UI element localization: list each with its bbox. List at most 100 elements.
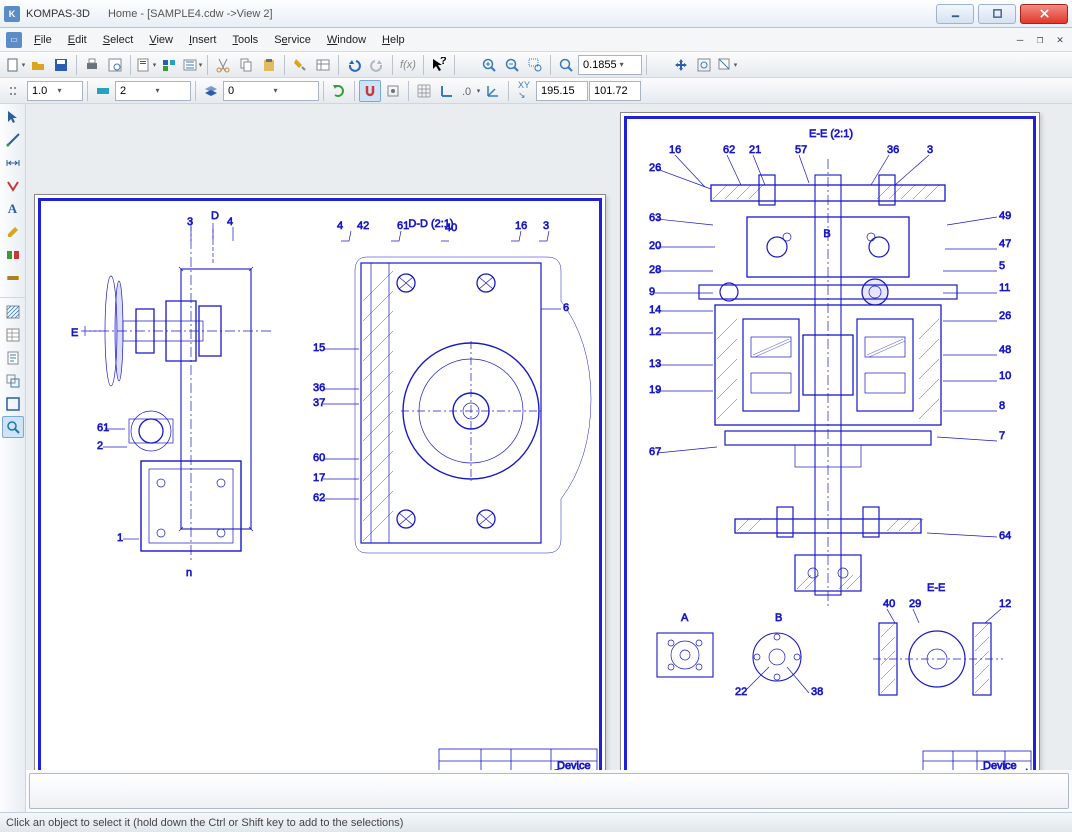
- fx-button[interactable]: f(x): [397, 54, 419, 76]
- svg-text:?: ?: [440, 57, 447, 67]
- menu-window[interactable]: Window: [319, 31, 374, 49]
- frame-tool[interactable]: [2, 393, 24, 415]
- dim-round-button[interactable]: .0: [459, 80, 481, 102]
- command-input[interactable]: [29, 773, 1069, 809]
- zoom-window-button[interactable]: [524, 54, 546, 76]
- text-tool[interactable]: A: [2, 198, 24, 220]
- undo-button[interactable]: [343, 54, 365, 76]
- x-coord-input[interactable]: 195.15: [536, 81, 588, 101]
- dimension-tool[interactable]: [2, 152, 24, 174]
- zoom-fit-button[interactable]: [555, 54, 577, 76]
- menu-file[interactable]: File: [26, 31, 60, 49]
- svg-text:22: 22: [735, 686, 747, 698]
- redraw-button[interactable]: [328, 80, 350, 102]
- svg-text:4: 4: [227, 216, 233, 228]
- svg-text:8: 8: [999, 400, 1005, 412]
- mdi-minimize-button[interactable]: –: [1012, 33, 1028, 47]
- ortho-button[interactable]: [436, 80, 458, 102]
- svg-text:6: 6: [563, 302, 569, 314]
- zoom-tool[interactable]: [2, 416, 24, 438]
- minimize-button[interactable]: [936, 4, 974, 24]
- view-state-button[interactable]: [716, 54, 738, 76]
- copy-button[interactable]: [235, 54, 257, 76]
- style-icon[interactable]: [92, 80, 114, 102]
- print-button[interactable]: [81, 54, 103, 76]
- mdi-close-button[interactable]: ✕: [1052, 33, 1068, 47]
- status-text: Click an object to select it (hold down …: [6, 817, 403, 829]
- paste-button[interactable]: [258, 54, 280, 76]
- svg-text:40: 40: [883, 598, 895, 610]
- menu-edit[interactable]: Edit: [60, 31, 95, 49]
- local-cs-button[interactable]: [482, 80, 504, 102]
- redo-button[interactable]: [366, 54, 388, 76]
- title-bar: K KOMPAS-3D Home - [SAMPLE4.cdw ->View 2…: [0, 0, 1072, 28]
- spec-tool[interactable]: [2, 324, 24, 346]
- line-tool[interactable]: [2, 129, 24, 151]
- grip-icon[interactable]: [4, 80, 26, 102]
- status-bar: Click an object to select it (hold down …: [0, 812, 1072, 832]
- open-button[interactable]: [27, 54, 49, 76]
- svg-text:15: 15: [313, 342, 325, 354]
- param-tool[interactable]: [2, 244, 24, 266]
- menu-insert[interactable]: Insert: [181, 31, 225, 49]
- svg-text:17: 17: [313, 472, 325, 484]
- layer-combo[interactable]: 0▾: [223, 81, 319, 101]
- toolbar-standard: f(x) ? 0.1855▾: [0, 52, 1072, 78]
- drawing-canvas[interactable]: D E: [26, 104, 1072, 770]
- zoom-out-button[interactable]: [501, 54, 523, 76]
- new-button[interactable]: [4, 54, 26, 76]
- drawing-sheet-2: E-E (2:1) 166221 57363: [627, 119, 1035, 770]
- snap-settings-button[interactable]: [382, 80, 404, 102]
- zoom-combo[interactable]: 0.1855▾: [578, 55, 642, 75]
- svg-text:A: A: [681, 612, 689, 624]
- menu-view[interactable]: View: [141, 31, 181, 49]
- svg-text:9: 9: [649, 286, 655, 298]
- svg-text:Synchronization AD: Synchronization AD: [979, 768, 1035, 770]
- edit-tool[interactable]: [2, 221, 24, 243]
- insert-view-tool[interactable]: [2, 370, 24, 392]
- menu-select[interactable]: Select: [95, 31, 142, 49]
- svg-text:2: 2: [97, 440, 103, 452]
- grid-button[interactable]: [413, 80, 435, 102]
- print-preview-button[interactable]: [104, 54, 126, 76]
- svg-text:64: 64: [999, 530, 1011, 542]
- maximize-button[interactable]: [978, 4, 1016, 24]
- y-coord-input[interactable]: 101.72: [589, 81, 641, 101]
- document-title: Home - [SAMPLE4.cdw ->View 2]: [108, 8, 273, 20]
- cut-button[interactable]: [212, 54, 234, 76]
- svg-text:4: 4: [337, 220, 343, 232]
- cursor-tool[interactable]: [2, 106, 24, 128]
- lineweight-combo[interactable]: 1.0▾: [27, 81, 83, 101]
- style-combo[interactable]: 2▾: [115, 81, 191, 101]
- help-cursor-button[interactable]: ?: [428, 54, 450, 76]
- variables-button[interactable]: [312, 54, 334, 76]
- save-button[interactable]: [50, 54, 72, 76]
- svg-text:21: 21: [749, 144, 761, 156]
- svg-text:37: 37: [313, 397, 325, 409]
- svg-text:26: 26: [999, 310, 1011, 322]
- zoom-in-button[interactable]: [478, 54, 500, 76]
- report-tool[interactable]: [2, 347, 24, 369]
- close-button[interactable]: [1020, 4, 1068, 24]
- svg-text:5: 5: [999, 260, 1005, 272]
- snap-button[interactable]: [359, 80, 381, 102]
- layer-icon[interactable]: [200, 80, 222, 102]
- menu-help[interactable]: Help: [374, 31, 413, 49]
- svg-text:36: 36: [313, 382, 325, 394]
- library-button[interactable]: [181, 54, 203, 76]
- format-painter-button[interactable]: [289, 54, 311, 76]
- properties-button[interactable]: [135, 54, 157, 76]
- pan-button[interactable]: [670, 54, 692, 76]
- symbol-tool[interactable]: [2, 175, 24, 197]
- document-manager-button[interactable]: [158, 54, 180, 76]
- menu-service[interactable]: Service: [266, 31, 319, 49]
- drawing-sheet-1: D E: [41, 201, 601, 770]
- svg-text:E-E (2:1): E-E (2:1): [809, 128, 853, 140]
- svg-text:40: 40: [445, 222, 457, 234]
- svg-text:.0: .0: [462, 86, 471, 98]
- mdi-restore-button[interactable]: ❐: [1032, 33, 1048, 47]
- measure-tool[interactable]: [2, 267, 24, 289]
- orbit-button[interactable]: [693, 54, 715, 76]
- hatch-tool[interactable]: [2, 301, 24, 323]
- menu-tools[interactable]: Tools: [225, 31, 267, 49]
